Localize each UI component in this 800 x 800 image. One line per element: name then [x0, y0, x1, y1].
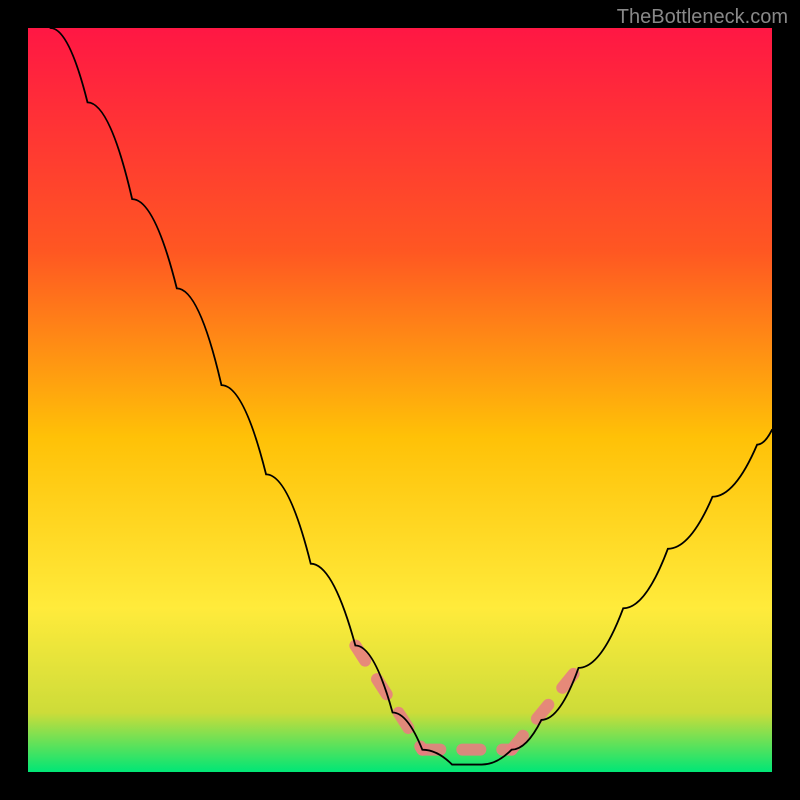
plot-area	[28, 28, 772, 772]
watermark-text: TheBottleneck.com	[617, 6, 788, 29]
gradient-background	[28, 28, 772, 772]
chart-svg	[28, 28, 772, 772]
